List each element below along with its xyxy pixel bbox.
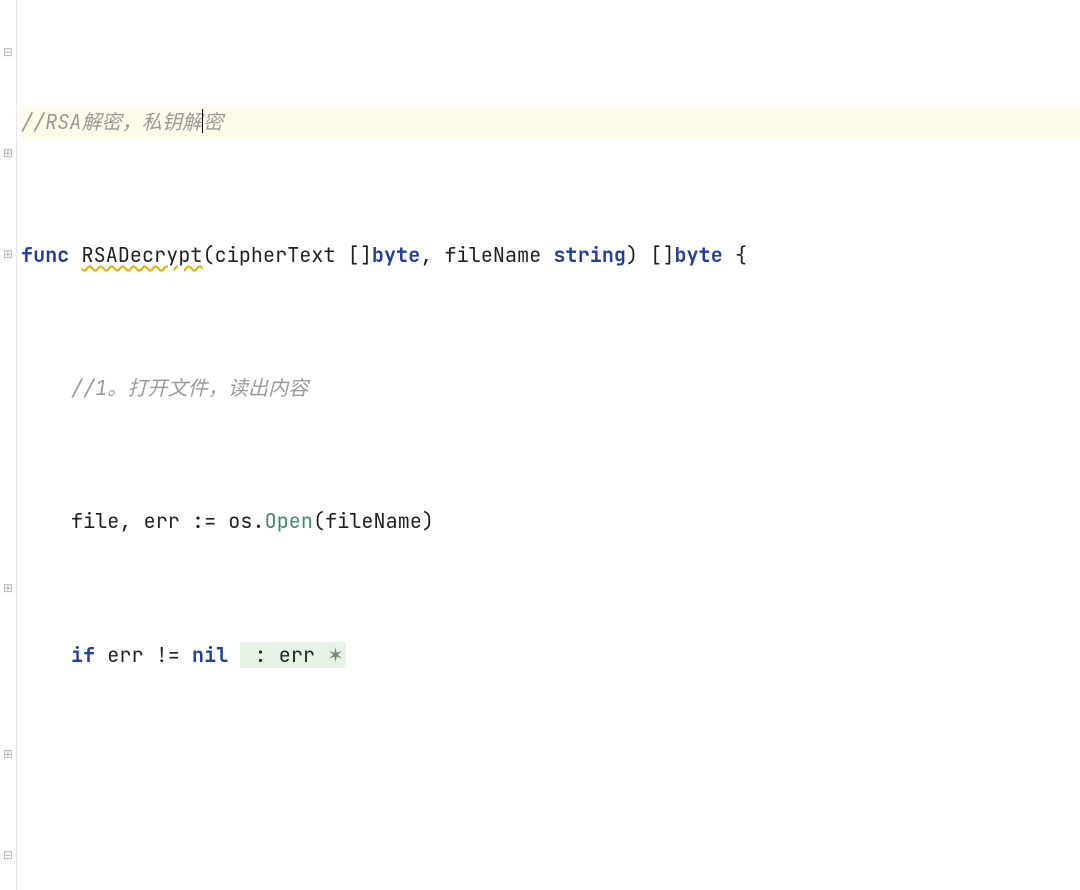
keyword-if: if <box>71 642 95 668</box>
code-text: err != <box>95 642 192 668</box>
fold-open-icon[interactable]: ⊟ <box>2 46 14 58</box>
type-byte: byte <box>674 242 722 268</box>
fold-closed-icon[interactable]: ⊞ <box>2 582 14 594</box>
fold-closed-icon[interactable]: ⊞ <box>2 248 14 260</box>
keyword-func: func <box>21 242 69 268</box>
sig-text: (cipherText [] <box>203 242 372 268</box>
comment-text: //1。打开文件，读出内容 <box>71 375 308 401</box>
comment-text: //RSA解密，私钥解 <box>21 109 202 135</box>
code-line[interactable]: func RSADecrypt(cipherText []byte, fileN… <box>21 239 1080 272</box>
func-name: RSADecrypt <box>82 242 203 268</box>
sig-text: { <box>723 242 747 268</box>
code-editor[interactable]: ⊟ ⊞ ⊞ ⊞ ⊞ ⊟ //RSA解密，私钥解密 func RSADecrypt… <box>0 0 1080 890</box>
code-line[interactable]: file, err := os.Open(fileName) <box>21 505 1080 538</box>
code-text: (fileName) <box>313 508 434 534</box>
fold-star-icon: ✶ <box>327 642 344 668</box>
code-area[interactable]: //RSA解密，私钥解密 func RSADecrypt(cipherText … <box>17 0 1080 890</box>
code-line[interactable]: if err != nil : err ✶ <box>21 639 1080 672</box>
folded-block[interactable]: : err ✶ <box>240 642 346 668</box>
sig-text: ) [] <box>626 242 674 268</box>
code-line[interactable]: //RSA解密，私钥解密 <box>21 106 1080 139</box>
fold-closed-icon[interactable]: ⊞ <box>2 748 14 760</box>
fold-end-icon[interactable]: ⊟ <box>2 849 14 861</box>
blank-line[interactable] <box>21 772 1080 805</box>
nil-literal: nil <box>192 642 228 668</box>
comment-text: 密 <box>203 109 223 135</box>
sig-text: , fileName <box>420 242 553 268</box>
editor-gutter: ⊟ ⊞ ⊞ ⊞ ⊞ ⊟ <box>0 0 17 890</box>
fold-closed-icon[interactable]: ⊞ <box>2 147 14 159</box>
code-line[interactable]: //1。打开文件，读出内容 <box>21 372 1080 405</box>
code-text: file, err := os. <box>71 508 265 534</box>
type-byte: byte <box>372 242 420 268</box>
type-string: string <box>553 242 626 268</box>
method-call: Open <box>265 508 313 534</box>
